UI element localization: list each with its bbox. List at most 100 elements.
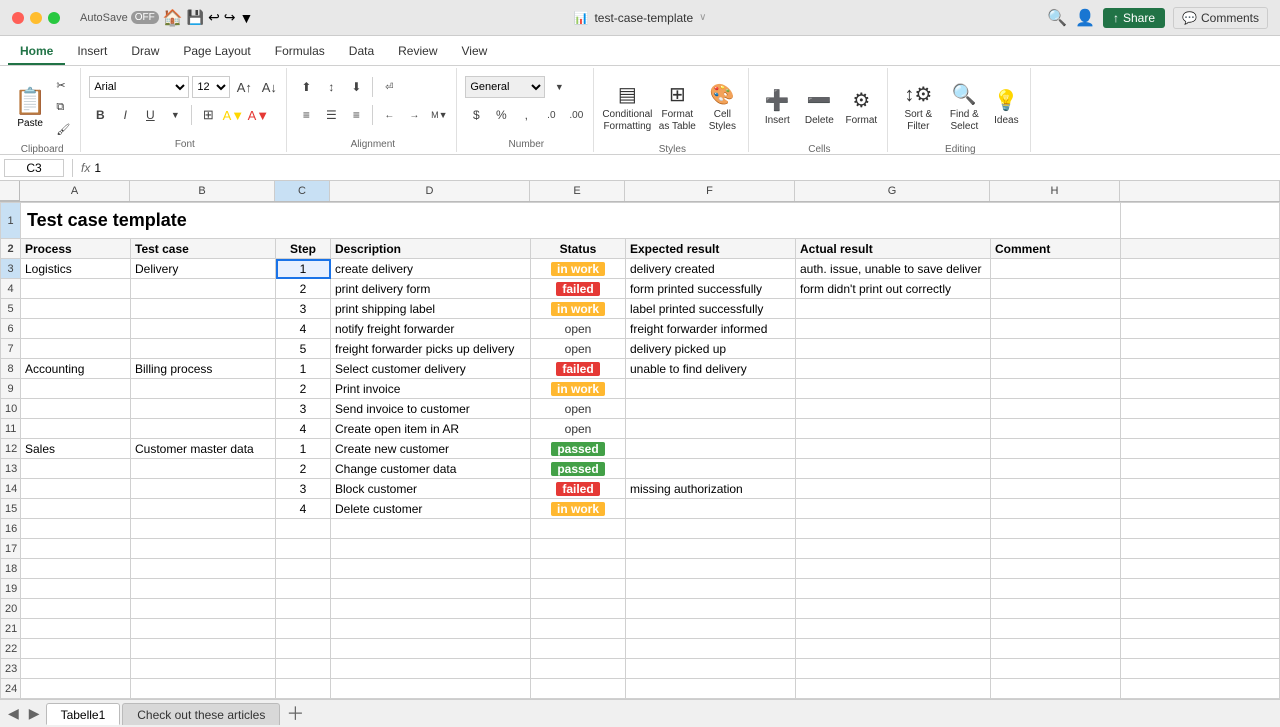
cell-g7[interactable] (796, 339, 991, 359)
cell-d15[interactable]: Delete customer (331, 499, 531, 519)
format-as-table-button[interactable]: ⊞ Formatas Table (654, 74, 700, 140)
cell-a6[interactable] (21, 319, 131, 339)
cell-b6[interactable] (131, 319, 276, 339)
cell-b9[interactable] (131, 379, 276, 399)
cut-button[interactable]: ✂ (52, 75, 74, 95)
account-icon[interactable]: 👤 (1075, 8, 1095, 28)
header-process[interactable]: Process (21, 239, 131, 259)
cell-f12[interactable] (626, 439, 796, 459)
italic-button[interactable]: I (114, 104, 136, 126)
cell-g8[interactable] (796, 359, 991, 379)
border-button[interactable]: ⊞ (197, 104, 219, 126)
redo-icon[interactable]: ↪ (224, 9, 236, 26)
cell-c5[interactable]: 3 (276, 299, 331, 319)
cell-g13[interactable] (796, 459, 991, 479)
cell-f9[interactable] (626, 379, 796, 399)
cell-b11[interactable] (131, 419, 276, 439)
cell-d6[interactable]: notify freight forwarder (331, 319, 531, 339)
cell-f4[interactable]: form printed successfully (626, 279, 796, 299)
cell-e13[interactable]: passed (531, 459, 626, 479)
header-comment[interactable]: Comment (991, 239, 1121, 259)
cell-h4[interactable] (991, 279, 1121, 299)
cell-e8[interactable]: failed (531, 359, 626, 379)
align-right-button[interactable]: ≡ (345, 104, 367, 126)
cell-a9[interactable] (21, 379, 131, 399)
cell-a13[interactable] (21, 459, 131, 479)
cell-c7[interactable]: 5 (276, 339, 331, 359)
sheet-tab-articles[interactable]: Check out these articles (122, 703, 280, 725)
cell-a12[interactable]: Sales (21, 439, 131, 459)
ideas-button[interactable]: 💡 Ideas (988, 74, 1024, 140)
cell-e11[interactable]: open (531, 419, 626, 439)
cell-h3[interactable] (991, 259, 1121, 279)
customize-icon[interactable]: ▼ (240, 10, 254, 26)
cell-b3[interactable]: Delivery (131, 259, 276, 279)
cell-e12[interactable]: passed (531, 439, 626, 459)
fill-color-button[interactable]: A▼ (222, 104, 244, 126)
cell-h15[interactable] (991, 499, 1121, 519)
conditional-formatting-button[interactable]: ▤ ConditionalFormatting (602, 74, 652, 140)
tab-data[interactable]: Data (337, 36, 386, 65)
cell-a4[interactable] (21, 279, 131, 299)
title-cell[interactable]: Test case template (21, 203, 1121, 239)
cell-e14[interactable]: failed (531, 479, 626, 499)
cell-e10[interactable]: open (531, 399, 626, 419)
col-header-b[interactable]: B (130, 181, 275, 201)
cell-f14[interactable]: missing authorization (626, 479, 796, 499)
cell-h5[interactable] (991, 299, 1121, 319)
wrap-text-button[interactable]: ⏎ (378, 76, 400, 98)
cell-e4[interactable]: failed (531, 279, 626, 299)
tab-insert[interactable]: Insert (65, 36, 119, 65)
format-painter-button[interactable]: 🖌 (52, 119, 74, 139)
cell-c13[interactable]: 2 (276, 459, 331, 479)
cell-d5[interactable]: print shipping label (331, 299, 531, 319)
copy-button[interactable]: ⧉ (52, 97, 74, 117)
col-header-f[interactable]: F (625, 181, 795, 201)
cell-f8[interactable]: unable to find delivery (626, 359, 796, 379)
cell-f10[interactable] (626, 399, 796, 419)
cell-f11[interactable] (626, 419, 796, 439)
cell-d4[interactable]: print delivery form (331, 279, 531, 299)
header-status[interactable]: Status (531, 239, 626, 259)
cell-b10[interactable] (131, 399, 276, 419)
cell-g10[interactable] (796, 399, 991, 419)
number-format-dropdown[interactable]: ▼ (548, 76, 570, 98)
col-header-h[interactable]: H (990, 181, 1120, 201)
header-step[interactable]: Step (276, 239, 331, 259)
align-top-button[interactable]: ⬆ (295, 76, 317, 98)
cell-c4[interactable]: 2 (276, 279, 331, 299)
cell-f3[interactable]: delivery created (626, 259, 796, 279)
cell-h14[interactable] (991, 479, 1121, 499)
cell-a3[interactable]: Logistics (21, 259, 131, 279)
cell-a7[interactable] (21, 339, 131, 359)
cell-a15[interactable] (21, 499, 131, 519)
tab-review[interactable]: Review (386, 36, 449, 65)
cell-b14[interactable] (131, 479, 276, 499)
align-middle-button[interactable]: ↕ (320, 76, 342, 98)
cell-g5[interactable] (796, 299, 991, 319)
cell-d7[interactable]: freight forwarder picks up delivery (331, 339, 531, 359)
cell-a10[interactable] (21, 399, 131, 419)
header-testcase[interactable]: Test case (131, 239, 276, 259)
underline-button[interactable]: U (139, 104, 161, 126)
cell-e9[interactable]: in work (531, 379, 626, 399)
cell-e5[interactable]: in work (531, 299, 626, 319)
cell-g15[interactable] (796, 499, 991, 519)
col-header-d[interactable]: D (330, 181, 530, 201)
cell-e3[interactable]: in work (531, 259, 626, 279)
cell-e7[interactable]: open (531, 339, 626, 359)
cell-c8[interactable]: 1 (276, 359, 331, 379)
cell-c3[interactable]: 1 (276, 259, 331, 279)
cell-h13[interactable] (991, 459, 1121, 479)
autosave-toggle[interactable]: AutoSave OFF (80, 11, 159, 24)
share-button[interactable]: ↑ Share (1103, 8, 1165, 28)
cell-h9[interactable] (991, 379, 1121, 399)
save-icon[interactable]: 💾 (187, 9, 204, 26)
tab-home[interactable]: Home (8, 36, 65, 65)
align-bottom-button[interactable]: ⬇ (345, 76, 367, 98)
sort-filter-button[interactable]: ↕⚙ Sort &Filter (896, 74, 940, 140)
cell-c10[interactable]: 3 (276, 399, 331, 419)
cell-g12[interactable] (796, 439, 991, 459)
cell-reference-box[interactable] (4, 159, 64, 177)
header-actual[interactable]: Actual result (796, 239, 991, 259)
